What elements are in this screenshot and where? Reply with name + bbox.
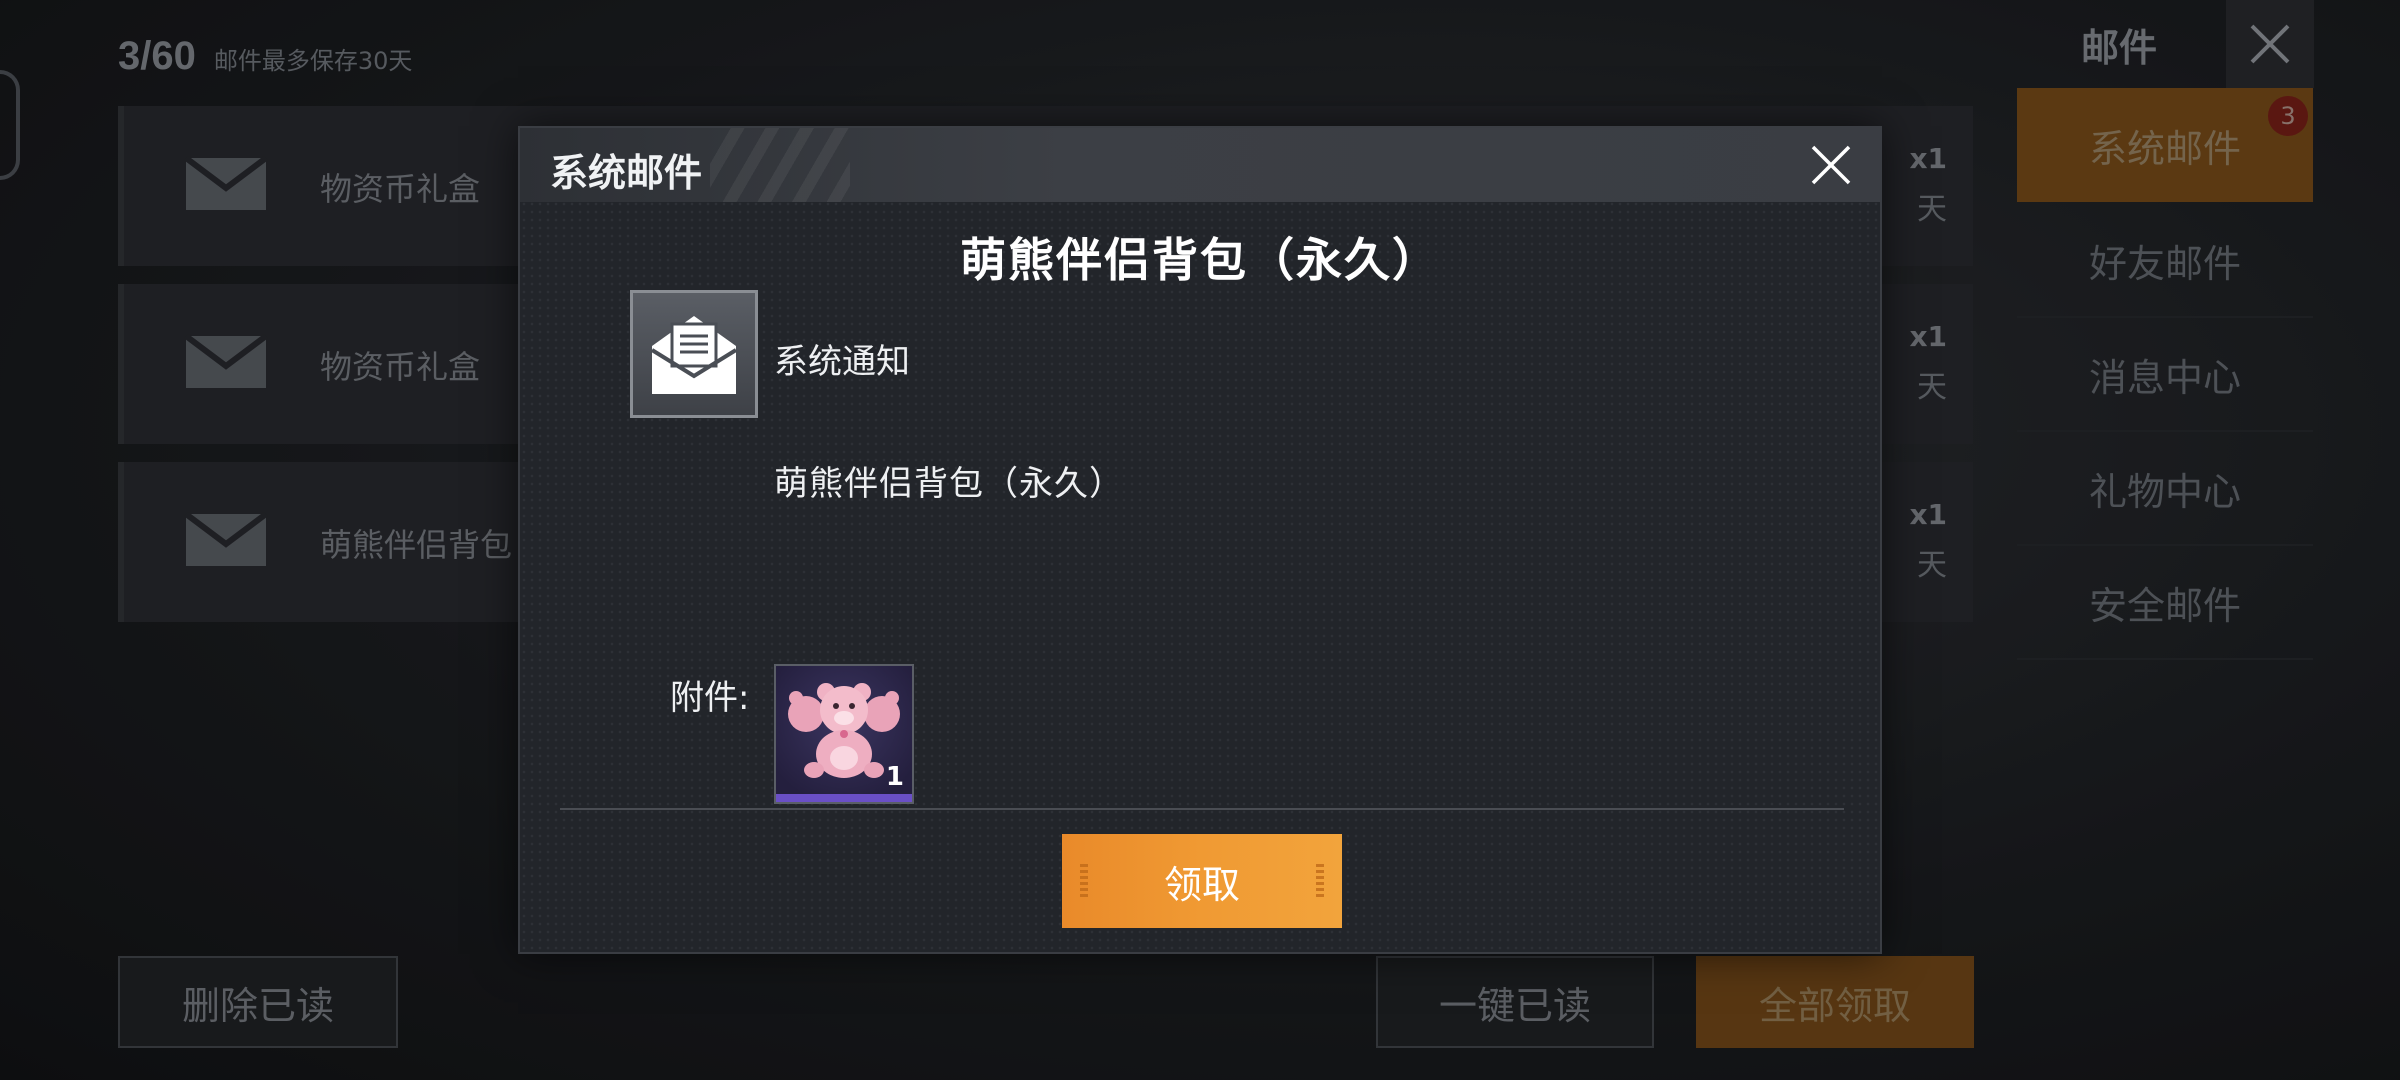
sender-name: 系统通知 [774, 342, 910, 382]
dialog-divider [560, 808, 1844, 810]
button-grip-left [1080, 864, 1088, 898]
attachment-item[interactable]: 1 [774, 664, 914, 804]
mail-body-text: 萌熊伴侣背包（永久） [774, 464, 1124, 504]
claim-button[interactable]: 领取 [1062, 834, 1342, 928]
claim-button-label: 领取 [1163, 862, 1240, 907]
rarity-bar [776, 794, 912, 802]
attachment-label: 附件: [670, 678, 750, 718]
close-icon [1811, 145, 1851, 185]
sender-avatar [630, 290, 758, 418]
header-stripes [710, 128, 850, 202]
dialog-title: 系统邮件 [550, 151, 703, 195]
open-envelope-icon [650, 316, 738, 394]
mail-subject: 萌熊伴侣背包（永久） [960, 233, 1440, 287]
attachment-count: 1 [885, 762, 904, 792]
button-grip-right [1316, 864, 1324, 898]
dialog-close-button[interactable] [1800, 134, 1862, 196]
dialog-header: 系统邮件 [520, 128, 1880, 202]
mail-detail-dialog: 系统邮件 萌熊伴侣背包（永久） 系统通知 萌熊伴侣背包（永久） 附件: 1 领取 [518, 126, 1882, 954]
